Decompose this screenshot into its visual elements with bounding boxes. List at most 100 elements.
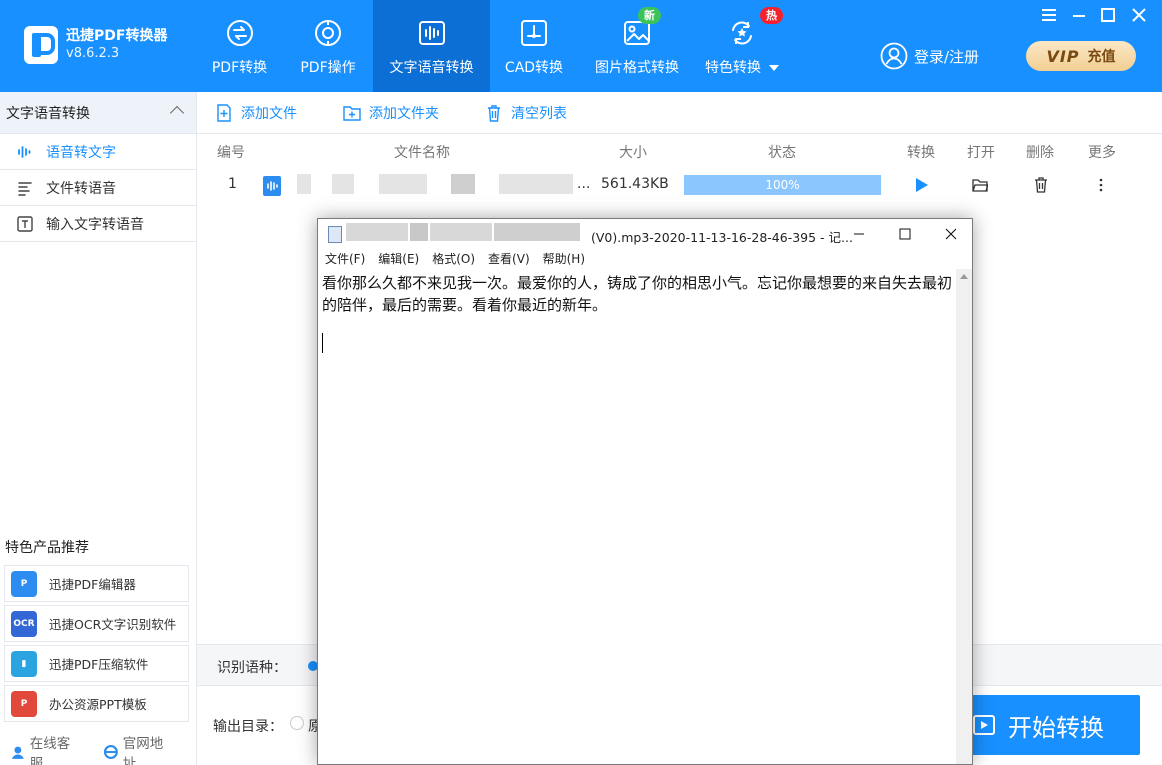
minimize-icon[interactable] [1070, 6, 1088, 24]
col-more: 更多 [1088, 145, 1116, 161]
browser-icon [103, 745, 118, 759]
add-file-button[interactable]: 添加文件 [215, 103, 297, 123]
output-dir-label: 输出目录： [213, 719, 283, 735]
recommend-item-label: 办公资源PPT模板 [49, 697, 147, 712]
play-icon[interactable] [913, 177, 929, 193]
output-original-radio[interactable] [290, 716, 304, 730]
recommend-title: 特色产品推荐 [5, 540, 89, 556]
notepad-text-area[interactable]: 看你那么久都不来见我一次。最爱你的人，铸成了你的相思小气。忘记你最想要的来自失去… [318, 269, 958, 764]
blurred-filename [379, 174, 427, 194]
col-size: 大小 [619, 145, 647, 161]
trash-icon [488, 104, 500, 122]
app-version: v8.6.2.3 [66, 46, 120, 61]
nav-label: 特色转换 [705, 57, 779, 77]
recommend-item-label: 迅捷PDF编辑器 [49, 577, 136, 592]
vip-recharge-button[interactable]: VIP 充值 [1026, 41, 1136, 71]
headset-icon [11, 746, 24, 759]
table-row[interactable]: 1 ... 561.43KB 100% [197, 173, 1162, 199]
menu-view[interactable]: 查看(V) [488, 249, 530, 269]
nav-label: CAD转换 [504, 60, 564, 76]
pdf-operate-icon [315, 20, 341, 46]
add-file-icon [217, 103, 231, 122]
start-icon [973, 715, 995, 735]
recommend-item-ocr[interactable]: OCR 迅捷OCR文字识别软件 [4, 605, 189, 642]
add-folder-icon [343, 105, 361, 121]
menu-icon[interactable] [1040, 6, 1058, 24]
blurred-title [346, 223, 408, 241]
sidebar-item-label: 文件转语音 [46, 180, 116, 197]
chevron-up-icon [169, 105, 185, 121]
nav-label: 图片格式转换 [595, 60, 679, 76]
sidebar-header[interactable]: 文字语音转换 [0, 92, 196, 134]
menu-format[interactable]: 格式(O) [432, 249, 475, 269]
pdf-convert-icon [226, 20, 253, 46]
more-icon[interactable] [1095, 177, 1107, 193]
col-open: 打开 [967, 145, 995, 161]
vip-label: VIP [1046, 46, 1080, 66]
toolbar: 添加文件 添加文件夹 清空列表 [197, 92, 1162, 134]
minimize-icon[interactable] [850, 225, 868, 243]
nav-special[interactable]: 特色转换 热 [696, 0, 788, 92]
top-bar: 迅捷PDF转换器 v8.6.2.3 PDF转换 PDF操作 文字语音转换 CAD… [0, 0, 1162, 92]
recommend-item-ppt[interactable]: P 办公资源PPT模板 [4, 685, 189, 722]
website-link[interactable]: 官网地址 [103, 732, 176, 765]
nav-pdf-operate[interactable]: PDF操作 [283, 0, 373, 92]
app-name: 迅捷PDF转换器 [66, 28, 168, 44]
online-service-link[interactable]: 在线客服 [10, 732, 83, 765]
add-folder-button[interactable]: 添加文件夹 [343, 103, 439, 123]
sidebar-item-file-to-voice[interactable]: 文件转语音 [0, 170, 196, 206]
notepad-scrollbar[interactable] [956, 269, 972, 764]
dropdown-caret-icon [769, 65, 779, 71]
voice-text-icon [418, 21, 445, 45]
maximize-icon[interactable] [1099, 6, 1117, 24]
open-folder-icon[interactable] [972, 177, 988, 193]
notepad-title: (V0).mp3-2020-11-13-16-28-46-395 - 记... [591, 230, 853, 245]
col-status: 状态 [768, 145, 796, 161]
new-badge: 新 [638, 7, 661, 24]
scroll-up-icon[interactable] [960, 274, 968, 279]
col-index: 编号 [217, 145, 245, 161]
row-size: 561.43KB [601, 176, 669, 192]
file-lines-icon [18, 181, 32, 196]
main-nav: PDF转换 PDF操作 文字语音转换 CAD转换 图片格式转换 新 特色转换 热 [196, 0, 788, 92]
menu-help[interactable]: 帮助(H) [543, 249, 585, 269]
menu-edit[interactable]: 编辑(E) [378, 249, 419, 269]
nav-cad[interactable]: CAD转换 [490, 0, 578, 92]
menu-file[interactable]: 文件(F) [325, 249, 365, 269]
nav-image-format[interactable]: 图片格式转换 新 [578, 0, 696, 92]
recommend-item-pdf-editor[interactable]: P 迅捷PDF编辑器 [4, 565, 189, 602]
special-icon [732, 21, 752, 45]
blurred-title [494, 223, 580, 241]
close-icon[interactable] [942, 225, 960, 243]
delete-icon[interactable] [1033, 176, 1049, 193]
row-index: 1 [228, 176, 237, 192]
pdf-editor-icon: P [11, 570, 37, 597]
notepad-titlebar[interactable]: (V0).mp3-2020-11-13-16-28-46-395 - 记... [318, 219, 972, 249]
notepad-menubar: 文件(F) 编辑(E) 格式(O) 查看(V) 帮助(H) [318, 249, 972, 269]
recommend-item-label: 迅捷OCR文字识别软件 [49, 617, 177, 632]
blurred-filename [499, 174, 573, 194]
recommend-item-label: 迅捷PDF压缩软件 [49, 657, 149, 672]
recharge-label: 充值 [1087, 49, 1116, 65]
notepad-content: 看你那么久都不来见我一次。最爱你的人，铸成了你的相思小气。忘记你最想要的来自失去… [322, 274, 953, 314]
col-convert: 转换 [907, 145, 935, 161]
sidebar-item-text-to-voice[interactable]: 输入文字转语音 [0, 206, 196, 242]
notepad-window[interactable]: (V0).mp3-2020-11-13-16-28-46-395 - 记... … [317, 218, 973, 765]
audio-file-icon [263, 176, 281, 196]
maximize-icon[interactable] [896, 225, 914, 243]
language-label: 识别语种： [217, 660, 287, 676]
cad-icon [521, 20, 547, 46]
nav-voice-text[interactable]: 文字语音转换 [373, 0, 490, 92]
login-link[interactable]: 登录/注册 [880, 41, 979, 71]
blurred-title [430, 223, 492, 241]
nav-pdf-convert[interactable]: PDF转换 [196, 0, 283, 92]
recommend-item-pdf-compress[interactable]: ▮ 迅捷PDF压缩软件 [4, 645, 189, 682]
nav-label: 文字语音转换 [389, 60, 474, 76]
start-convert-button[interactable]: 开始转换 [958, 695, 1140, 755]
pdf-compress-icon: ▮ [11, 650, 37, 677]
app-logo-icon [24, 26, 58, 64]
close-icon[interactable] [1130, 6, 1148, 24]
nav-label: PDF操作 [300, 60, 356, 76]
sidebar-item-voice-to-text[interactable]: 语音转文字 [0, 134, 196, 170]
clear-list-button[interactable]: 清空列表 [485, 103, 567, 123]
